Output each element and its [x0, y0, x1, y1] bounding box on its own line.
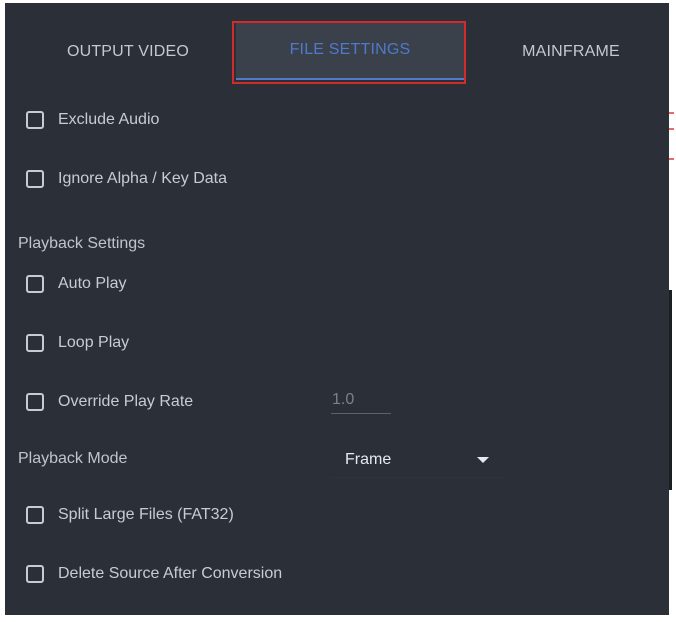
caret-down-icon [477, 456, 489, 463]
background-mark [669, 128, 674, 130]
exclude-audio-label: Exclude Audio [58, 111, 160, 128]
split-large-files-label: Split Large Files (FAT32) [58, 506, 234, 523]
ignore-alpha-checkbox[interactable] [26, 170, 44, 188]
loop-play-checkbox[interactable] [26, 334, 44, 352]
loop-play-option[interactable]: Loop Play [26, 331, 129, 355]
auto-play-checkbox[interactable] [26, 275, 44, 293]
override-play-rate-option[interactable]: Override Play Rate [26, 390, 193, 414]
exclude-audio-checkbox[interactable] [26, 111, 44, 129]
tab-file-settings[interactable]: FILE SETTINGS [236, 22, 464, 80]
ignore-alpha-label: Ignore Alpha / Key Data [58, 170, 227, 187]
override-play-rate-label: Override Play Rate [58, 393, 194, 410]
tab-output-video[interactable]: OUTPUT VIDEO [40, 24, 216, 80]
playback-settings-heading: Playback Settings [18, 235, 146, 252]
loop-play-label: Loop Play [58, 334, 130, 351]
tab-mainframe[interactable]: MAINFRAME [496, 24, 646, 80]
split-large-files-option[interactable]: Split Large Files (FAT32) [26, 503, 234, 527]
ignore-alpha-option[interactable]: Ignore Alpha / Key Data [26, 167, 227, 191]
delete-source-checkbox[interactable] [26, 565, 44, 583]
auto-play-option[interactable]: Auto Play [26, 272, 126, 296]
window-edge-shadow [669, 290, 672, 490]
auto-play-label: Auto Play [58, 275, 127, 292]
play-rate-input[interactable] [331, 386, 391, 414]
split-large-files-checkbox[interactable] [26, 506, 44, 524]
playback-mode-label: Playback Mode [18, 450, 128, 467]
background-mark [669, 112, 674, 114]
delete-source-option[interactable]: Delete Source After Conversion [26, 562, 282, 586]
exclude-audio-option[interactable]: Exclude Audio [26, 108, 159, 132]
playback-mode-value: Frame [345, 450, 392, 468]
playback-mode-dropdown[interactable]: Frame [331, 442, 503, 478]
override-play-rate-checkbox[interactable] [26, 393, 44, 411]
background-mark [669, 158, 674, 160]
delete-source-label: Delete Source After Conversion [58, 565, 283, 582]
